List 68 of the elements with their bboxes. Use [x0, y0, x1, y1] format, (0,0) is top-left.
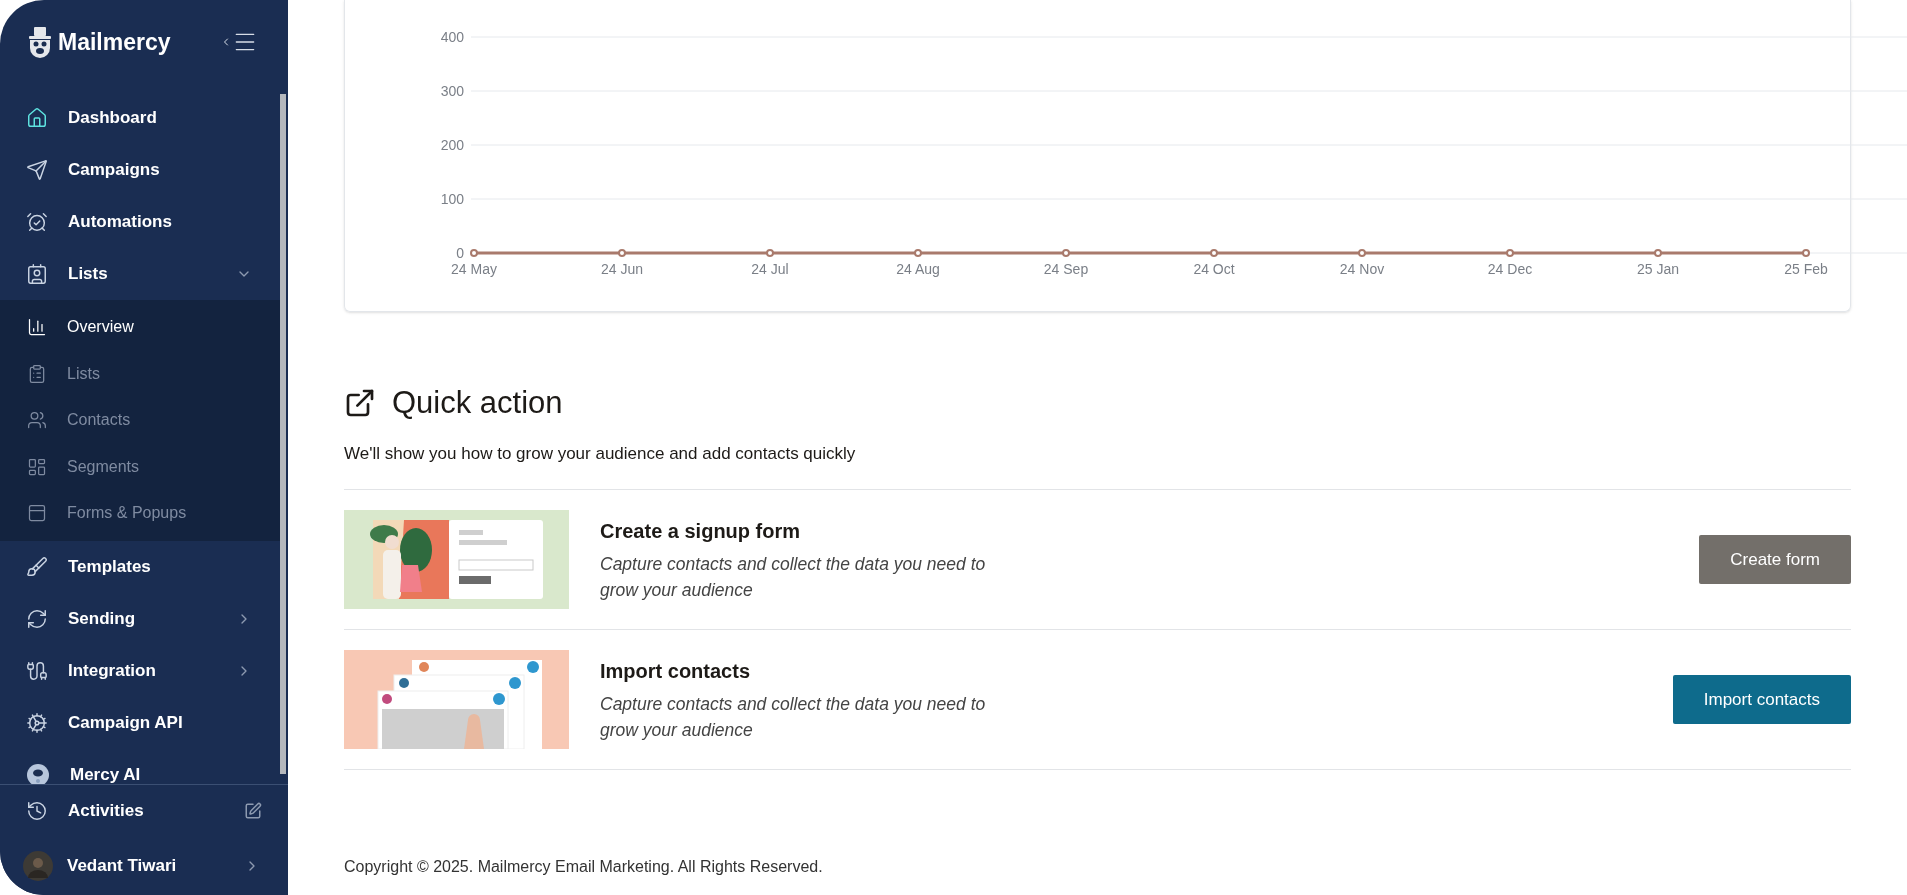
- clipboard-icon: [27, 363, 47, 384]
- nav-item[interactable]: Campaigns: [0, 144, 280, 196]
- data-point: [1210, 249, 1218, 257]
- submenu-item[interactable]: Forms & Popups: [0, 490, 280, 537]
- brand-name: Mailmercy: [58, 27, 172, 57]
- y-tick-label: 300: [440, 83, 464, 99]
- nav-item[interactable]: Automations: [0, 196, 280, 248]
- x-tick-label: 24 Jun: [601, 261, 643, 277]
- x-tick-label: 24 Dec: [1487, 261, 1533, 277]
- form-icon: [27, 503, 47, 524]
- nav-item[interactable]: Dashboard: [0, 92, 280, 144]
- home-icon: [26, 107, 48, 129]
- logo-icon: [26, 26, 54, 58]
- brush-icon: [26, 555, 48, 578]
- action-title: Import contacts: [600, 659, 752, 684]
- data-point: [1654, 249, 1662, 257]
- avatar: [23, 851, 53, 881]
- gear-icon: [26, 711, 48, 734]
- action-button[interactable]: Import contacts: [1672, 675, 1851, 724]
- nav-item[interactable]: Activities: [0, 785, 288, 837]
- x-tick-label: 25 Feb: [1784, 261, 1828, 277]
- section-subtitle: We'll show you how to grow your audience and add contacts quickly: [344, 442, 857, 465]
- x-tick-label: 24 Nov: [1339, 261, 1385, 277]
- x-tick-label: 25 Jan: [1637, 261, 1679, 277]
- data-point: [766, 249, 774, 257]
- bar-chart-icon: [27, 317, 47, 338]
- submenu-item[interactable]: Overview: [0, 304, 280, 351]
- history-icon: [26, 800, 48, 822]
- nav-item[interactable]: Integration: [0, 644, 280, 697]
- action-description: Capture contacts and collect the data you need to grow your audience: [600, 693, 987, 742]
- data-point: [618, 249, 626, 257]
- user-menu[interactable]: Vedant Tiwari: [0, 837, 288, 895]
- section-title: Quick action: [392, 384, 563, 422]
- data-point: [914, 249, 922, 257]
- nav-item[interactable]: Templates: [0, 540, 280, 593]
- data-point: [1062, 249, 1070, 257]
- contact-card-icon: [26, 263, 48, 285]
- data-point: [470, 249, 478, 257]
- submenu-item[interactable]: Lists: [0, 350, 280, 397]
- alarm-clock-icon: [26, 211, 48, 233]
- x-tick-label: 24 Jul: [751, 261, 789, 277]
- data-point: [1506, 249, 1514, 257]
- x-tick-label: 24 Aug: [896, 261, 940, 277]
- action-button[interactable]: Create form: [1699, 535, 1851, 584]
- paper-plane-icon: [26, 159, 48, 181]
- x-tick-label: 24 Sep: [1043, 261, 1089, 277]
- copyright-text: Copyright © 2025. Mailmercy Email Marketing. All Rights Reserved.: [344, 857, 824, 877]
- data-point: [1802, 249, 1810, 257]
- x-tick-label: 24 Oct: [1193, 261, 1235, 277]
- x-tick-label: 24 May: [451, 261, 497, 277]
- users-icon: [27, 410, 47, 431]
- action-description: Capture contacts and collect the data you need to grow your audience: [600, 553, 987, 602]
- y-tick-label: 200: [440, 137, 464, 153]
- action-title: Create a signup form: [600, 519, 802, 544]
- nav-item[interactable]: Mercy AI: [0, 748, 280, 784]
- refresh-icon: [26, 607, 48, 630]
- data-point: [1358, 249, 1366, 257]
- submenu-item[interactable]: Segments: [0, 443, 280, 490]
- submenu-item[interactable]: Contacts: [0, 397, 280, 444]
- y-tick-label: 400: [440, 29, 464, 45]
- y-tick-label: 0: [456, 245, 464, 261]
- nav-item[interactable]: Sending: [0, 592, 280, 645]
- layout-icon: [27, 456, 47, 477]
- nav-item[interactable]: Campaign API: [0, 696, 280, 749]
- nav-item[interactable]: Lists: [0, 248, 280, 300]
- y-tick-label: 100: [440, 191, 464, 207]
- scrollbar[interactable]: [280, 94, 286, 774]
- cable-icon: [26, 659, 48, 682]
